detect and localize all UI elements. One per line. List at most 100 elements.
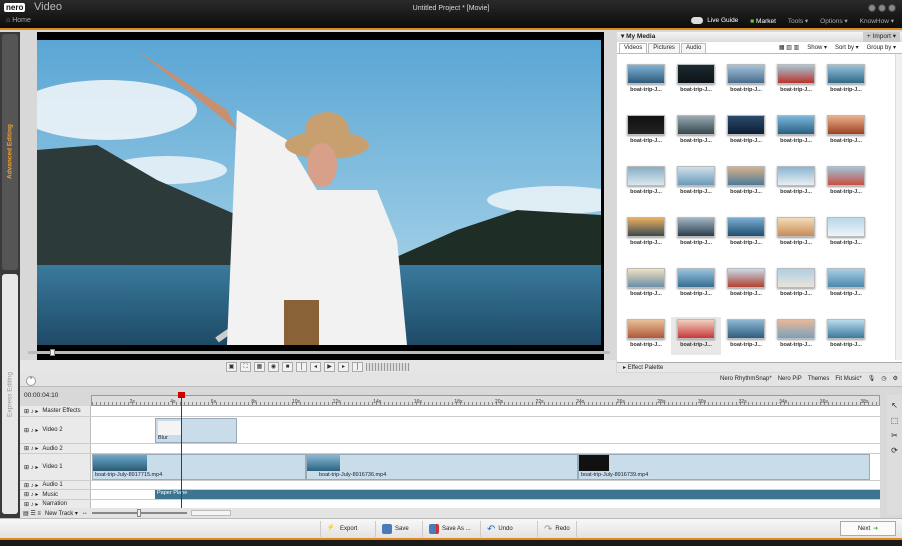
media-item[interactable]: boat-trip-J... — [821, 62, 871, 100]
knowhow-menu[interactable]: KnowHow ▾ — [860, 17, 894, 25]
media-item[interactable]: boat-trip-J... — [771, 113, 821, 151]
track-icons[interactable]: ⊞ ♪ ▸ — [24, 491, 38, 498]
settings-icon[interactable]: ⚙ — [893, 375, 898, 382]
track-icons[interactable]: ⊞ ♪ ▸ — [24, 482, 38, 489]
track-icons[interactable]: ⊞ ♪ ▸ — [24, 445, 38, 452]
microphone-icon[interactable]: 🎙 — [868, 375, 876, 382]
rhythmsnap-button[interactable]: Nero RhythmSnap* — [720, 376, 772, 382]
zoom-slider[interactable] — [91, 509, 187, 517]
media-item[interactable]: boat-trip-J... — [621, 317, 671, 355]
media-item[interactable]: boat-trip-J... — [621, 215, 671, 253]
media-item[interactable]: boat-trip-J... — [721, 317, 771, 355]
media-item[interactable]: boat-trip-J... — [771, 266, 821, 304]
track-icons[interactable]: ⊞ ♪ ▸ — [24, 501, 38, 508]
media-item[interactable]: boat-trip-J... — [821, 317, 871, 355]
pip-button[interactable]: Nero PiP — [778, 376, 802, 382]
clock-icon[interactable]: ◷ — [881, 375, 886, 382]
video-clip[interactable]: boat-trip-July-8916736.mp4 — [306, 454, 578, 480]
select-tool-icon[interactable]: ↖ — [889, 401, 900, 410]
preview-scrubber[interactable] — [28, 349, 610, 356]
media-item[interactable]: boat-trip-J... — [821, 113, 871, 151]
tab-advanced-editing[interactable]: Advanced Editing — [2, 34, 18, 270]
playhead[interactable] — [181, 392, 182, 510]
media-item[interactable]: boat-trip-J... — [621, 113, 671, 151]
timeline-ruler[interactable]: 2s 4s 6s 8s 10s 12s 14s 16s 18s 20s 22s 24s 26s 28s 30… — [91, 395, 880, 406]
next-frame-button[interactable]: ▸ — [338, 362, 349, 372]
media-item[interactable]: boat-trip-J... — [671, 62, 721, 100]
my-media-header[interactable]: ▾ My Media + Import ▾ — [617, 32, 902, 42]
home-link[interactable]: ⌂ Home — [6, 17, 31, 24]
marquee-tool-icon[interactable]: ⬚ — [889, 416, 900, 425]
media-item[interactable]: boat-trip-J... — [821, 266, 871, 304]
show-dropdown[interactable]: Show ▾ — [807, 44, 827, 51]
new-track-button[interactable]: New Track ▾ — [45, 510, 78, 517]
jog-wheel[interactable] — [366, 363, 410, 371]
save-as-button[interactable]: Save As ... — [422, 521, 477, 537]
aspect-button[interactable]: ▦ — [254, 362, 265, 372]
tab-videos[interactable]: Videos — [619, 43, 648, 53]
tab-pictures[interactable]: Pictures — [648, 43, 680, 53]
loop-tool-icon[interactable]: ⟳ — [889, 446, 900, 455]
redo-button[interactable]: ↷ Redo — [537, 521, 577, 537]
collapse-icon[interactable]: ^ — [26, 376, 36, 386]
fit-timeline-icon[interactable]: ↔ — [82, 510, 88, 516]
media-item[interactable]: boat-trip-J... — [771, 164, 821, 202]
media-item[interactable]: boat-trip-J... — [621, 164, 671, 202]
media-item[interactable]: boat-trip-J... — [621, 62, 671, 100]
display-mode-button[interactable]: ▣ — [226, 362, 237, 372]
snapshot-icon[interactable]: ◉ — [268, 362, 279, 372]
media-item[interactable]: boat-trip-J... — [821, 215, 871, 253]
market-link[interactable]: ■ Market — [750, 18, 776, 25]
export-button[interactable]: ⚡ Export — [320, 521, 363, 537]
group-by-dropdown[interactable]: Group by ▾ — [867, 44, 896, 51]
prev-frame-button[interactable]: ◂ — [310, 362, 321, 372]
video-clip[interactable]: boat-trip-July-8916739.mp4 — [578, 454, 870, 480]
stop-button[interactable]: ■ — [282, 362, 293, 372]
media-item[interactable]: boat-trip-J... — [771, 62, 821, 100]
play-button[interactable]: ▶ — [324, 362, 335, 372]
track-icons[interactable]: ⊞ ♪ ▸ — [24, 408, 38, 415]
media-item[interactable]: boat-trip-J... — [721, 164, 771, 202]
media-item[interactable]: boat-trip-J... — [671, 215, 721, 253]
scrubber-handle[interactable] — [50, 349, 55, 356]
video-clip[interactable]: boat-trip-July-8917715.mp4 — [92, 454, 306, 480]
media-item[interactable]: boat-trip-J... — [671, 266, 721, 304]
tab-express-editing[interactable]: Express Editing — [2, 274, 18, 514]
timeline-hscroll[interactable] — [190, 510, 231, 516]
media-item[interactable]: boat-trip-J... — [821, 164, 871, 202]
media-item[interactable]: boat-trip-J... — [771, 215, 821, 253]
track-height-buttons[interactable]: ▤ ☰ ≡ — [23, 510, 41, 517]
blur-effect-clip[interactable]: Blur — [155, 418, 237, 443]
next-button[interactable]: Next ➜ — [840, 521, 896, 536]
fit-music-button[interactable]: Fit Music* — [835, 376, 861, 382]
media-item[interactable]: boat-trip-J... — [671, 317, 721, 355]
media-item[interactable]: boat-trip-J... — [721, 113, 771, 151]
media-item[interactable]: boat-trip-J... — [721, 266, 771, 304]
media-scrollbar[interactable] — [895, 54, 902, 360]
media-item[interactable]: boat-trip-J... — [671, 164, 721, 202]
sort-by-dropdown[interactable]: Sort by ▾ — [835, 44, 859, 51]
minimize-button[interactable] — [868, 4, 876, 12]
media-item[interactable]: boat-trip-J... — [771, 317, 821, 355]
tab-audio[interactable]: Audio — [680, 43, 707, 53]
live-guide-toggle[interactable]: Live Guide — [691, 17, 738, 25]
options-menu[interactable]: Options ▾ — [820, 17, 847, 25]
media-item[interactable]: boat-trip-J... — [671, 113, 721, 151]
track-icons[interactable]: ⊞ ♪ ▸ — [24, 464, 38, 471]
save-button[interactable]: Save — [375, 521, 415, 537]
close-button[interactable] — [888, 4, 896, 12]
mark-out-button[interactable]: ] — [352, 362, 363, 372]
maximize-button[interactable] — [878, 4, 886, 12]
cut-tool-icon[interactable]: ✂ — [889, 431, 900, 440]
media-item[interactable]: boat-trip-J... — [721, 215, 771, 253]
track-icons[interactable]: ⊞ ♪ ▸ — [24, 427, 38, 434]
effect-palette-header[interactable]: ▸ Effect Palette — [617, 362, 902, 372]
tools-menu[interactable]: Tools ▾ — [788, 17, 808, 25]
themes-button[interactable]: Themes — [808, 376, 830, 382]
media-item[interactable]: boat-trip-J... — [721, 62, 771, 100]
music-clip[interactable]: Paper Plane — [155, 490, 880, 499]
fullscreen-button[interactable]: ⛶ — [240, 362, 251, 372]
undo-button[interactable]: ↶ Undo — [480, 521, 519, 537]
import-button[interactable]: + Import ▾ — [862, 32, 900, 42]
media-item[interactable]: boat-trip-J... — [621, 266, 671, 304]
